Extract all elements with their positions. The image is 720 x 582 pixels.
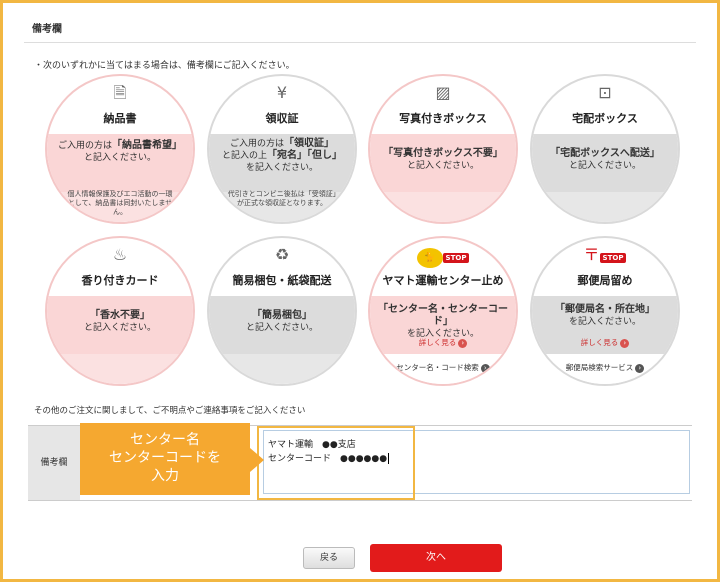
option-title: 写真付きボックス [399,112,487,125]
callout-arrow [250,448,264,472]
document-icon: 🗎 [113,83,127,102]
highlight-box [257,426,415,500]
option-title: 領収証 [265,112,299,125]
option-photo-box: ▨ 写真付きボックス 「写真付きボックス不要」 と記入ください。 [368,74,518,224]
post-stop-icon: 〒 STOP [532,246,678,264]
option-instruction: 「簡易梱包」 と記入ください。 [245,310,318,333]
option-note: 代引きとコンビニ後払は「受領証」が正式な領収証となります。 [227,190,337,207]
option-instruction: 「写真付きボックス不要」 と記入ください。 [383,148,503,171]
option-delivery-box: ⊡ 宅配ボックス 「宅配ボックスへ配送」 と記入ください。 [530,74,680,224]
post-office-search-link[interactable]: 郵便局検索サービス › [532,362,678,373]
section-title: 備考欄 [24,17,696,43]
arrow-right-icon: › [620,338,630,348]
option-instruction: 「香水不要」 と記入ください。 [83,310,156,333]
option-simple-packing: ♻ 簡易梱包・紙袋配送 「簡易梱包」 と記入ください。 [207,236,357,386]
receipt-icon: ¥ [276,83,288,102]
yamato-stop-icon: 🐈 STOP [370,246,516,268]
option-instruction: ご入用の方は「納品書希望」 と記入ください。 [57,140,182,163]
delivery-box-icon: ⊡ [598,83,612,102]
option-post-office: 〒 STOP 郵便局留め 「郵便局名・所在地」 を記入ください。 詳しく見る › 郵… [530,236,680,386]
back-button[interactable]: 戻る [303,547,355,569]
detail-link[interactable]: 詳しく見る › [370,337,516,348]
remarks-label: 備考欄 [28,426,80,500]
option-title: ヤマト運輸センター止め [382,274,504,287]
option-instruction: 「宅配ボックスへ配送」 と記入ください。 [550,148,660,171]
option-title: 簡易梱包・紙袋配送 [232,274,332,287]
inquiry-text: その他のご注文に関しまして、ご不明点やご連絡事項をご記入ください [34,406,306,416]
next-button[interactable]: 次へ [370,544,502,572]
arrow-right-icon: › [635,363,645,373]
option-title: 宅配ボックス [572,112,638,125]
option-scented-card: ♨ 香り付きカード 「香水不要」 と記入ください。 [45,236,195,386]
arrow-right-icon: › [480,363,490,373]
instruction-callout: センター名 センターコードを 入力 [80,423,250,495]
detail-link[interactable]: 詳しく見る › [532,337,678,348]
recycle-bag-icon: ♻ [274,245,290,264]
perfume-icon: ♨ [112,245,128,264]
center-search-link[interactable]: センター名・コード検索 › [370,362,516,373]
option-yamato-center: 🐈 STOP ヤマト運輸センター止め 「センター名・センターコード」 を記入くださ… [368,236,518,386]
option-instruction: ご入用の方は「領収証」 と記入の上「宛名」「但し」 を記入ください。 [221,138,342,173]
photo-box-icon: ▨ [435,83,451,102]
option-instruction: 「センター名・センターコード」 を記入ください。 [378,304,508,339]
option-receipt: ¥ 領収証 ご入用の方は「領収証」 と記入の上「宛名」「但し」 を記入ください。… [207,74,357,224]
option-note: 個人情報保護及びエコ活動の一環として、納品書は同封いたしません。 [67,190,173,216]
instruction-note: ・次のいずれかに当てはまる場合は、備考欄にご記入ください。 [34,61,295,71]
option-delivery-note: 🗎 納品書 ご入用の方は「納品書希望」 と記入ください。 個人情報保護及びエコ活… [45,74,195,224]
option-title: 郵便局留め [577,274,633,287]
option-title: 香り付きカード [81,274,159,287]
option-instruction: 「郵便局名・所在地」 を記入ください。 [555,304,655,327]
arrow-right-icon: › [458,338,468,348]
option-title: 納品書 [103,112,137,125]
